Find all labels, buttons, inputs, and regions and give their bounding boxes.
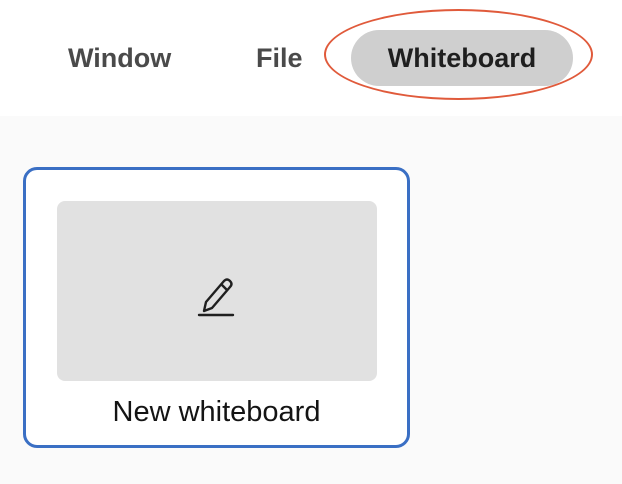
- tab-whiteboard[interactable]: Whiteboard: [351, 30, 573, 86]
- tab-file[interactable]: File: [256, 30, 303, 86]
- pencil-edit-icon: [197, 278, 235, 317]
- new-whiteboard-card[interactable]: New whiteboard: [23, 167, 410, 448]
- menu-bar: Window File Whiteboard: [0, 0, 622, 116]
- new-whiteboard-thumbnail[interactable]: [57, 201, 377, 381]
- tab-window[interactable]: Window: [68, 30, 171, 86]
- new-whiteboard-label: New whiteboard: [112, 396, 321, 428]
